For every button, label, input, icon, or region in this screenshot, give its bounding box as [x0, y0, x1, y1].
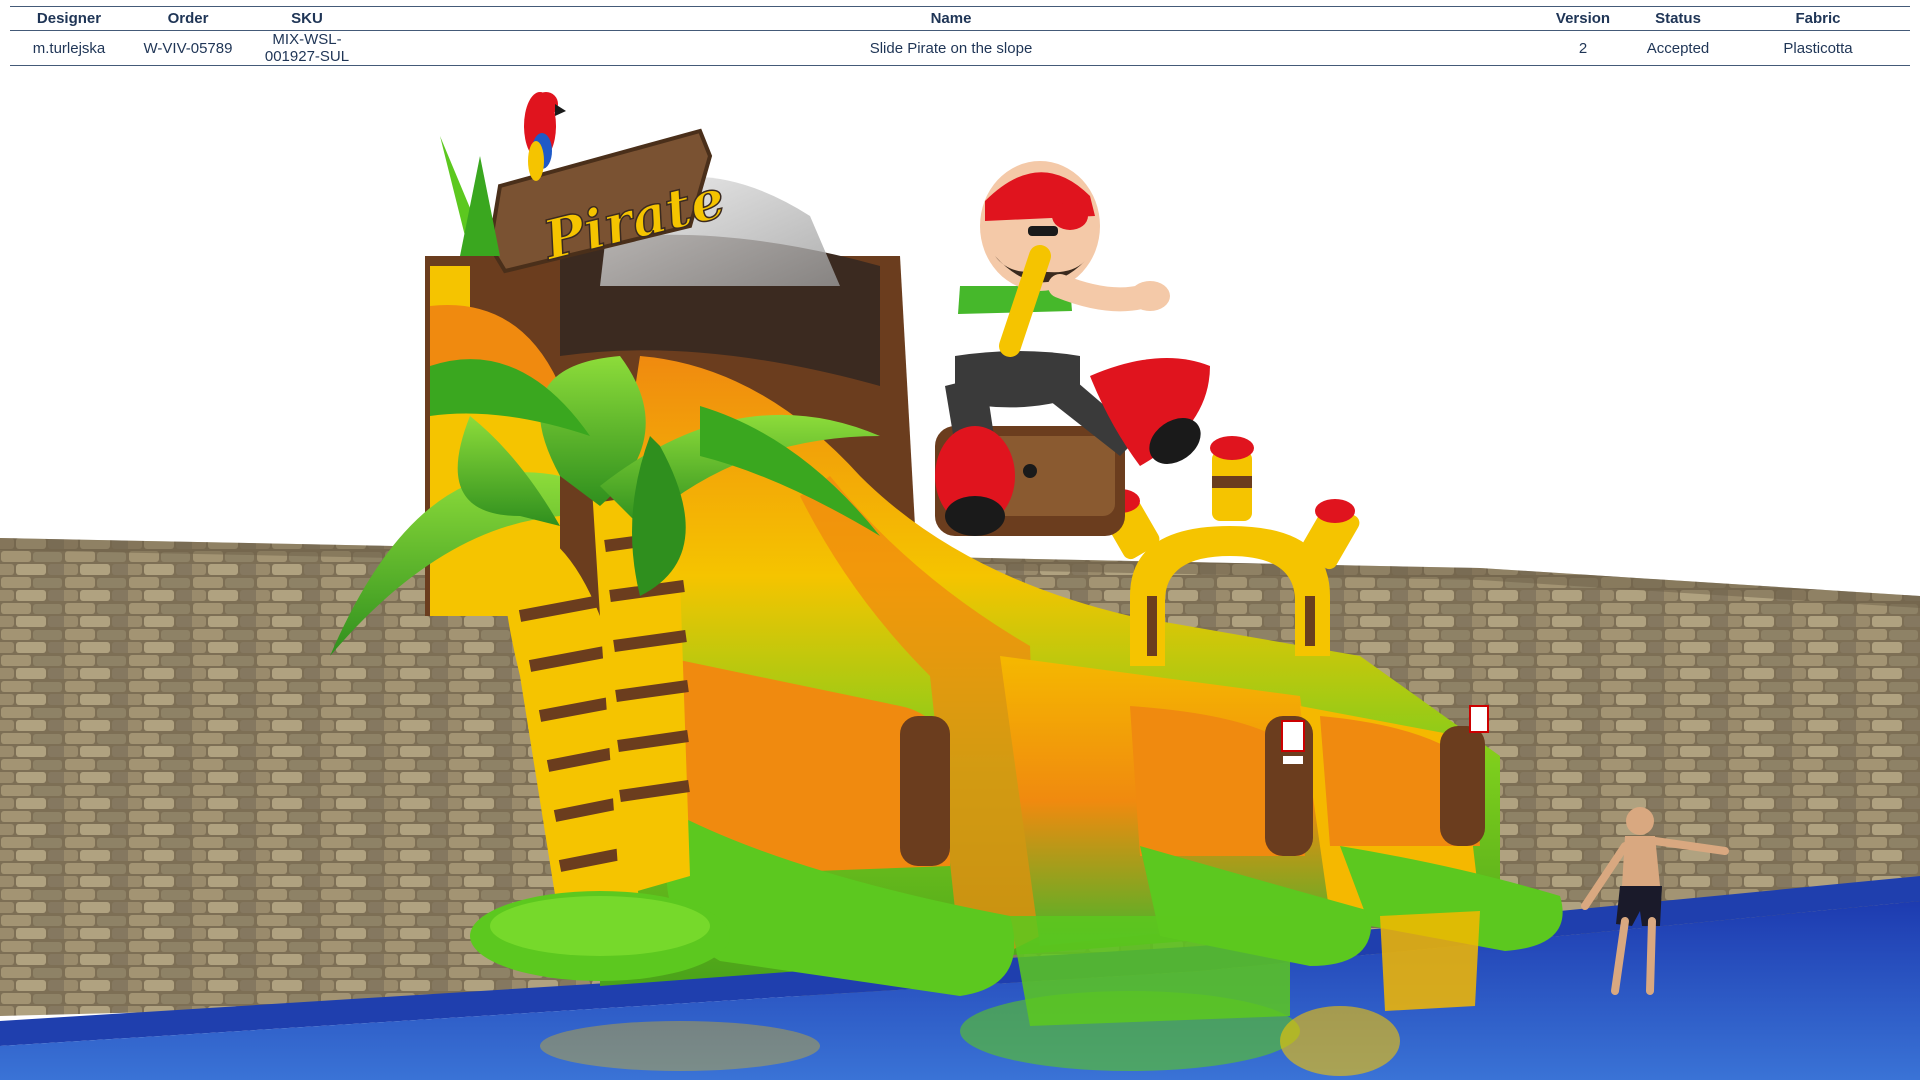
cell-status: Accepted — [1630, 30, 1726, 66]
cell-designer: m.turlejska — [10, 30, 128, 66]
product-spec-page: Designer Order SKU Name Version Status F… — [0, 0, 1920, 1080]
header-order: Order — [128, 6, 248, 31]
header-status: Status — [1630, 6, 1726, 31]
header-name: Name — [366, 6, 1536, 31]
grass-decoration — [440, 136, 500, 256]
cell-fabric: Plasticotta — [1726, 30, 1910, 66]
header-fabric: Fabric — [1726, 6, 1910, 31]
spec-table-header-row: Designer Order SKU Name Version Status F… — [10, 6, 1910, 31]
spec-table: Designer Order SKU Name Version Status F… — [10, 6, 1910, 66]
cell-version: 2 — [1536, 30, 1630, 66]
product-render: Pirate — [0, 56, 1920, 1080]
cell-order: W-VIV-05789 — [128, 30, 248, 66]
header-version: Version — [1536, 6, 1630, 31]
cell-name: Slide Pirate on the slope — [366, 30, 1536, 66]
header-designer: Designer — [10, 6, 128, 31]
spec-table-row: m.turlejska W-VIV-05789 MIX-WSL-001927-S… — [10, 30, 1910, 66]
cell-sku: MIX-WSL-001927-SUL — [248, 30, 366, 66]
pirate-figure — [935, 161, 1210, 536]
header-sku: SKU — [248, 6, 366, 31]
